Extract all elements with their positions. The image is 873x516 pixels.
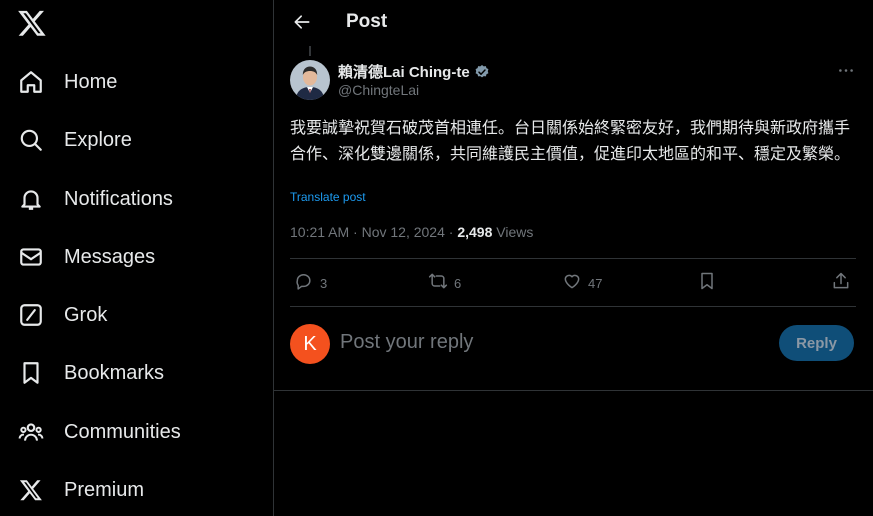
like-action-button[interactable]: 47 <box>562 272 602 294</box>
bookmark-action-button[interactable] <box>697 272 717 294</box>
people-icon <box>18 419 44 445</box>
sidebar-item-label: Explore <box>64 128 132 151</box>
bookmark-icon <box>18 360 44 386</box>
page-title: Post <box>346 11 388 32</box>
sidebar: Home Explore Notifications Messages Grok… <box>0 0 274 516</box>
reply-input[interactable]: Post your reply <box>340 331 473 354</box>
sidebar-item-label: Messages <box>64 245 156 268</box>
bookmark-icon <box>697 271 717 296</box>
sidebar-item-label: Premium <box>64 478 145 501</box>
share-action-button[interactable] <box>831 272 851 294</box>
repost-action-button[interactable]: 6 <box>428 272 461 294</box>
sidebar-item-label: Bookmarks <box>64 361 165 384</box>
post-detail: Post 賴清德Lai Ching-te @ChingteLai 我要誠摯祝賀石… <box>274 0 873 516</box>
envelope-icon <box>18 244 44 270</box>
heart-icon <box>562 271 582 296</box>
translate-post-link[interactable]: Translate post <box>290 190 366 204</box>
grok-icon <box>18 302 44 328</box>
reply-button[interactable]: Reply <box>779 325 854 361</box>
repost-count: 6 <box>454 275 462 291</box>
x-logo-icon[interactable] <box>17 8 47 38</box>
like-count: 47 <box>588 275 603 291</box>
sidebar-item-label: Notifications <box>64 187 173 210</box>
sidebar-item-label: Grok <box>64 303 108 326</box>
author-handle[interactable]: @ChingteLai <box>338 82 419 98</box>
post-meta: 10:21 AM · Nov 12, 2024 · 2,498 Views <box>290 224 533 240</box>
x-logo-icon <box>18 477 44 503</box>
reply-avatar: K <box>290 324 330 364</box>
more-options-icon[interactable] <box>836 62 856 78</box>
reply-action-button[interactable]: 3 <box>294 272 327 294</box>
search-icon <box>18 127 44 153</box>
views-count: 2,498 <box>457 224 493 240</box>
post-timestamp[interactable]: 10:21 AM · Nov 12, 2024 · <box>290 224 457 240</box>
sidebar-item-label: Home <box>64 70 118 93</box>
divider <box>290 306 856 307</box>
divider <box>290 258 856 259</box>
comment-icon <box>294 271 314 296</box>
home-icon <box>18 69 44 95</box>
bell-icon <box>18 186 44 212</box>
avatar[interactable] <box>290 60 330 100</box>
post-text: 我要誠摯祝賀石破茂首相連任。台日關係始終緊密友好，我們期待與新政府攜手合作、深化… <box>290 118 851 163</box>
thread-line <box>309 46 311 56</box>
views-label: Views <box>492 224 534 240</box>
repost-icon <box>428 271 448 296</box>
author-name[interactable]: 賴清德Lai Ching-te <box>338 61 490 82</box>
sidebar-item-label: Communities <box>64 420 181 443</box>
divider <box>274 390 873 391</box>
share-icon <box>831 271 851 296</box>
back-arrow-icon[interactable] <box>290 10 314 34</box>
author-name-text: 賴清德Lai Ching-te <box>338 64 470 81</box>
reply-count: 3 <box>320 275 328 291</box>
verified-badge-icon <box>474 64 490 80</box>
